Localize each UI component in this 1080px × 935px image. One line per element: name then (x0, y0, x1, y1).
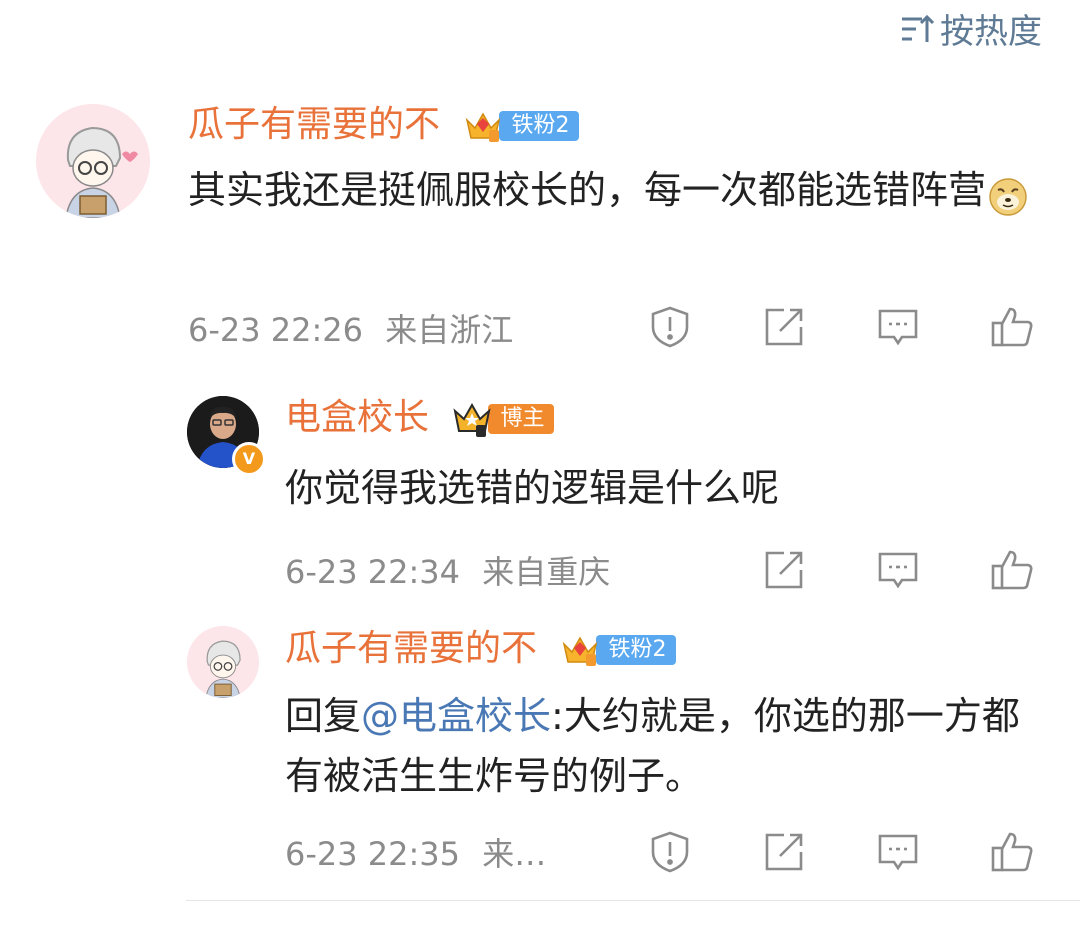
fan-badge-label: 铁粉2 (499, 111, 580, 141)
sort-label: 按热度 (940, 12, 1042, 52)
share-icon (765, 308, 803, 346)
like-icon (991, 550, 1033, 590)
report-icon (651, 831, 689, 873)
location: 来自浙江 (385, 311, 514, 349)
share-icon (765, 833, 803, 871)
crown-icon (466, 112, 501, 142)
author-name: 瓜子有需要的不 (188, 104, 441, 145)
reply-author[interactable]: 电盒校长 博主 (285, 396, 555, 440)
host-badge[interactable]: 博主 (452, 402, 555, 437)
author-name: 瓜子有需要的不 (285, 628, 538, 669)
comment-icon (878, 552, 918, 589)
crown-icon (453, 402, 492, 437)
comment-text: 其实我还是挺佩服校长的，每一次都能选错阵营 (188, 160, 1058, 220)
share-button[interactable] (762, 305, 806, 349)
comment-author[interactable]: 瓜子有需要的不 铁粉2 (188, 103, 580, 147)
report-icon (651, 306, 689, 348)
fan-badge[interactable]: 铁粉2 (560, 633, 677, 667)
reply-text: 你觉得我选错的逻辑是什么呢 (285, 466, 780, 510)
share-button[interactable] (762, 548, 806, 592)
comment-button[interactable] (876, 830, 920, 874)
report-button[interactable] (648, 305, 692, 349)
fan-badge-label: 铁粉2 (596, 635, 677, 665)
like-icon (991, 832, 1033, 872)
reply-prefix: 回复 (285, 694, 362, 738)
reply-author[interactable]: 瓜子有需要的不 铁粉2 (285, 627, 677, 671)
mention-link[interactable]: @电盒校长 (361, 694, 551, 738)
doge-emoji (988, 173, 1028, 216)
like-button[interactable] (990, 548, 1034, 592)
like-button[interactable] (990, 830, 1034, 874)
reply-text: 回复@电盒校长:大约就是，你选的那一方都有被活生生炸号的例子。 (285, 694, 1020, 798)
avatar[interactable] (187, 626, 259, 698)
author-name: 电盒校长 (285, 397, 430, 438)
timestamp: 6-23 22:34 (285, 553, 461, 591)
share-button[interactable] (762, 830, 806, 874)
location: 来自重庆 (482, 553, 611, 591)
reply-meta: 6-23 22:35 来… (285, 834, 546, 874)
verified-icon: V (232, 442, 266, 476)
timestamp: 6-23 22:35 (285, 835, 461, 873)
host-badge-label: 博主 (488, 404, 555, 434)
sort-toggle[interactable]: 按热度 (900, 4, 1042, 53)
reply-meta: 6-23 22:34 来自重庆 (285, 552, 610, 592)
divider (186, 900, 1080, 901)
fan-badge[interactable]: 铁粉2 (463, 109, 580, 143)
comment-button[interactable] (876, 548, 920, 592)
comment-button[interactable] (876, 305, 920, 349)
location: 来… (482, 835, 547, 873)
report-button[interactable] (648, 830, 692, 874)
sort-icon (902, 14, 934, 42)
timestamp: 6-23 22:26 (188, 311, 364, 349)
avatar[interactable] (36, 104, 150, 218)
share-icon (765, 551, 803, 589)
like-icon (991, 307, 1033, 347)
comment-icon (878, 309, 918, 346)
comment-icon (878, 834, 918, 871)
comment-meta: 6-23 22:26 来自浙江 (188, 310, 513, 350)
crown-icon (563, 636, 598, 666)
like-button[interactable] (990, 305, 1034, 349)
